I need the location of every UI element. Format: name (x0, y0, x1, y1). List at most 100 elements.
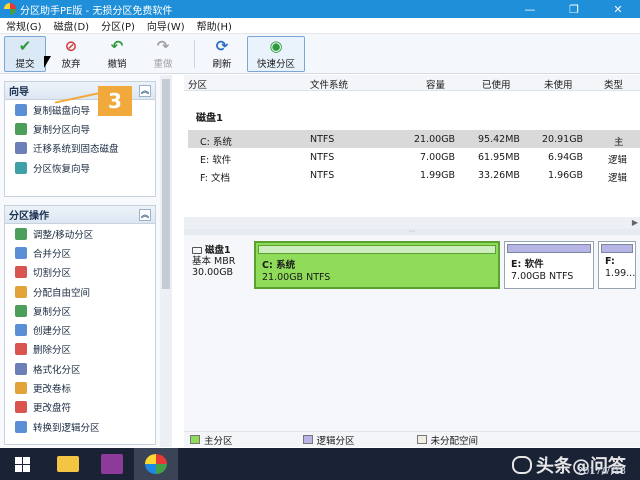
discard-button[interactable]: ⊘ 放弃 (50, 36, 92, 72)
op-label: 删除分区 (33, 345, 72, 357)
app-icon (4, 3, 16, 15)
op-copy[interactable]: 复制分区 (5, 301, 155, 320)
taskbar-app[interactable] (90, 448, 134, 480)
undo-button[interactable]: ↶ 撤销 (96, 36, 138, 72)
table-row[interactable]: F: 文档 NTFS 1.99GB 33.26MB 1.96GB 逻辑 (188, 166, 640, 184)
op-label: 复制分区 (33, 306, 72, 318)
op-label: 格式化分区 (33, 364, 81, 376)
menu-wizard[interactable]: 向导(W) (141, 18, 191, 33)
ops-panel-title: 分区操作 (9, 211, 49, 222)
cell-name: F: 文档 (200, 173, 230, 184)
submit-button[interactable]: ✔ 提交 (4, 35, 46, 72)
cell-fs: NTFS (310, 134, 335, 145)
col-partition[interactable]: 分区 (188, 77, 207, 91)
op-label: 分配自由空间 (33, 287, 91, 299)
taskbar-explorer[interactable] (46, 448, 90, 480)
cell-cap: 21.00GB (414, 134, 456, 145)
op-delete[interactable]: 删除分区 (5, 340, 155, 359)
usage-bar (258, 245, 496, 254)
col-capacity[interactable]: 容量 (426, 77, 445, 91)
cell-used: 33.26MB (478, 170, 520, 181)
cell-type: 主 (614, 137, 624, 148)
wizard-panel: 向导 ︽ 复制磁盘向导 复制分区向导 迁移系统到固态磁盘 分区恢复向导 (4, 81, 156, 197)
partition-assistant-icon (145, 454, 167, 474)
disk-map: 磁盘1 基本 MBR 30.00GB C: 系统 21.00GB NTFS E:… (184, 235, 640, 431)
menu-disk[interactable]: 磁盘(D) (48, 18, 96, 33)
quick-partition-icon: ◉ (269, 37, 283, 55)
col-free[interactable]: 未使用 (544, 77, 573, 91)
resize-icon (15, 227, 27, 240)
discard-icon: ⊘ (64, 37, 78, 55)
col-used[interactable]: 已使用 (482, 77, 511, 91)
table-row[interactable]: C: 系统 NTFS 21.00GB 95.42MB 20.91GB 主 (188, 130, 640, 148)
create-icon (15, 324, 27, 337)
table-row[interactable]: E: 软件 NTFS 7.00GB 61.95MB 6.94GB 逻辑 (188, 148, 640, 166)
op-change-label[interactable]: 更改卷标 (5, 378, 155, 397)
wizard-item-copy-partition[interactable]: 复制分区向导 (5, 119, 155, 138)
collapse-icon[interactable]: ︽ (139, 84, 151, 97)
wizard-panel-title: 向导 (9, 87, 29, 98)
refresh-button[interactable]: ⟳ 刷新 (201, 36, 243, 72)
legend-logical: 逻辑分区 (316, 435, 355, 447)
close-button[interactable]: ✕ (596, 0, 640, 18)
label-icon (15, 382, 27, 395)
menu-partition[interactable]: 分区(P) (95, 18, 141, 33)
col-type[interactable]: 类型 (604, 77, 623, 91)
partition-block-e[interactable]: E: 软件 7.00GB NTFS (504, 241, 594, 289)
wizard-item-copy-disk[interactable]: 复制磁盘向导 (5, 100, 155, 119)
quick-partition-label: 快速分区 (256, 59, 295, 70)
partition-info: 1.99... (605, 268, 636, 279)
cell-used: 61.95MB (478, 152, 520, 163)
op-create[interactable]: 创建分区 (5, 320, 155, 339)
scrollbar-thumb[interactable] (162, 79, 170, 289)
menu-general[interactable]: 常规(G) (0, 18, 48, 33)
split-icon (15, 266, 27, 279)
usage-bar (601, 244, 633, 253)
wizard-item-migrate-ssd[interactable]: 迁移系统到固态磁盘 (5, 139, 155, 158)
sidebar-scrollbar[interactable] (160, 75, 172, 447)
unallocated-swatch (416, 435, 427, 444)
minimize-button[interactable]: — (508, 0, 552, 18)
copy-icon (15, 304, 27, 317)
step-callout: 3 (98, 86, 132, 116)
op-format[interactable]: 格式化分区 (5, 359, 155, 378)
legend-primary: 主分区 (204, 435, 233, 447)
start-button[interactable] (0, 448, 44, 480)
op-split[interactable]: 切割分区 (5, 263, 155, 282)
wizard-item-recovery[interactable]: 分区恢复向导 (5, 158, 155, 177)
wizard-item-label: 迁移系统到固态磁盘 (33, 144, 119, 156)
cell-name: C: 系统 (200, 137, 232, 148)
col-filesystem[interactable]: 文件系统 (310, 77, 348, 91)
ops-panel: 分区操作 ︽ 调整/移动分区 合并分区 切割分区 分配自由空间 复制分区 创建分… (4, 205, 156, 445)
scroll-right-icon[interactable]: ▶ (632, 218, 638, 227)
legend-unallocated: 未分配空间 (430, 435, 479, 447)
op-label: 更改卷标 (33, 384, 72, 396)
mouse-cursor (44, 56, 51, 68)
maximize-button[interactable]: ❐ (552, 0, 596, 18)
op-resize-move[interactable]: 调整/移动分区 (5, 224, 155, 243)
cell-cap: 1.99GB (420, 170, 456, 181)
cell-free: 6.94GB (548, 152, 584, 163)
cell-fs: NTFS (310, 170, 335, 181)
check-icon: ✔ (18, 37, 32, 55)
op-change-letter[interactable]: 更改盘符 (5, 398, 155, 417)
undo-label: 撤销 (107, 59, 127, 70)
cell-cap: 7.00GB (420, 152, 456, 163)
taskbar-partition-assistant[interactable] (134, 448, 178, 480)
usage-bar (507, 244, 591, 253)
copy-partition-icon (15, 122, 27, 135)
op-allocate-free[interactable]: 分配自由空间 (5, 282, 155, 301)
quick-partition-button[interactable]: ◉ 快速分区 (247, 35, 305, 72)
collapse-icon[interactable]: ︽ (139, 208, 151, 221)
partition-block-f[interactable]: F: 1.99... (598, 241, 636, 289)
op-label: 调整/移动分区 (33, 229, 94, 241)
partition-block-c[interactable]: C: 系统 21.00GB NTFS (254, 241, 500, 289)
menu-help[interactable]: 帮助(H) (191, 18, 238, 33)
redo-button[interactable]: ↷ 重做 (142, 36, 184, 72)
op-merge[interactable]: 合并分区 (5, 243, 155, 262)
disk-type: 基本 MBR (192, 256, 236, 267)
redo-icon: ↷ (156, 37, 170, 55)
ops-panel-header: 分区操作 ︽ (5, 206, 155, 224)
op-convert-logical[interactable]: 转换到逻辑分区 (5, 417, 155, 436)
disk-info[interactable]: 磁盘1 基本 MBR 30.00GB (192, 245, 235, 278)
